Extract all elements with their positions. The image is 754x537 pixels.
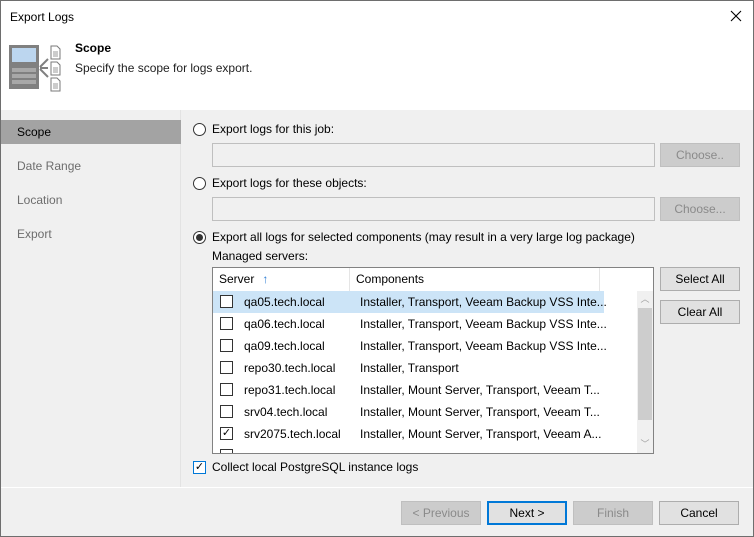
server-name: qa05.tech.local bbox=[244, 295, 325, 309]
server-components: Installer, Mount Server, Transport, Veea… bbox=[360, 427, 602, 441]
server-name: repo30.tech.local bbox=[244, 361, 336, 375]
grid-header: Server ↑ Components bbox=[213, 268, 653, 291]
table-row[interactable]: srv04.tech.local Installer, Mount Server… bbox=[213, 401, 604, 423]
objects-field[interactable] bbox=[212, 197, 655, 221]
row-checkbox[interactable] bbox=[220, 405, 233, 418]
server-components: Installer, Transport, Veeam Backup VSS I… bbox=[360, 295, 607, 309]
close-icon bbox=[730, 10, 742, 22]
table-row[interactable]: qa09.tech.local Installer, Transport, Ve… bbox=[213, 335, 607, 357]
wizard-header: Scope Specify the scope for logs export. bbox=[1, 32, 753, 110]
row-checkbox[interactable]: ✓ bbox=[220, 427, 233, 440]
server-name: repo31.tech.local bbox=[244, 383, 336, 397]
next-button[interactable]: Next > bbox=[487, 501, 567, 525]
wizard-body: Scope Date Range Location Export Export … bbox=[1, 110, 753, 487]
row-checkbox[interactable] bbox=[220, 383, 233, 396]
table-row[interactable]: repo31.tech.local Installer, Mount Serve… bbox=[213, 379, 604, 401]
column-server[interactable]: Server ↑ bbox=[213, 268, 350, 291]
row-checkbox[interactable] bbox=[220, 317, 233, 330]
server-components: Installer, Transport, Veeam Backup VSS I… bbox=[360, 317, 607, 331]
step-location[interactable]: Location bbox=[1, 188, 181, 212]
step-title: Scope bbox=[75, 41, 112, 55]
export-components-label: Export all logs for selected components … bbox=[212, 230, 635, 244]
table-row[interactable]: qa06.tech.local Installer, Transport, Ve… bbox=[213, 313, 607, 335]
export-job-label: Export logs for this job: bbox=[212, 122, 335, 136]
table-row[interactable]: repo30.tech.local Installer, Transport bbox=[213, 357, 604, 379]
grid-scrollbar[interactable]: ︿ ﹀ bbox=[637, 291, 653, 453]
close-button[interactable] bbox=[725, 5, 747, 27]
radio-button[interactable] bbox=[193, 230, 206, 244]
server-components: Installer, Transport, Veeam Backup VSS I… bbox=[360, 339, 607, 353]
cancel-button[interactable]: Cancel bbox=[659, 501, 739, 525]
postgres-label: Collect local PostgreSQL instance logs bbox=[212, 460, 419, 474]
server-components: Installer, Transport bbox=[360, 361, 459, 375]
select-all-button[interactable]: Select All bbox=[660, 267, 740, 291]
server-logs-icon bbox=[9, 45, 61, 92]
server-components: Installer, Mount Server, Transport, Veea… bbox=[360, 383, 600, 397]
title-bar: Export Logs bbox=[1, 1, 753, 32]
step-scope[interactable]: Scope bbox=[1, 120, 181, 144]
export-components-option[interactable]: Export all logs for selected components … bbox=[193, 230, 635, 244]
table-row-partial[interactable] bbox=[213, 445, 604, 453]
scroll-up-icon[interactable]: ︿ bbox=[637, 291, 653, 308]
server-name: srv04.tech.local bbox=[244, 405, 328, 419]
table-row[interactable]: ✓ srv2075.tech.local Installer, Mount Se… bbox=[213, 423, 604, 445]
radio-button[interactable] bbox=[193, 122, 206, 136]
export-objects-option[interactable]: Export logs for these objects: bbox=[193, 176, 367, 190]
scroll-thumb[interactable] bbox=[638, 308, 652, 420]
server-name: qa06.tech.local bbox=[244, 317, 325, 331]
wizard-steps: Scope Date Range Location Export bbox=[1, 110, 181, 487]
managed-servers-label: Managed servers: bbox=[212, 249, 309, 263]
export-job-option[interactable]: Export logs for this job: bbox=[193, 122, 334, 136]
server-name: srv2075.tech.local bbox=[244, 427, 341, 441]
export-objects-label: Export logs for these objects: bbox=[212, 176, 367, 190]
wizard-footer: < Previous Next > Finish Cancel bbox=[1, 487, 753, 536]
scope-panel: Export logs for this job: Choose.. Expor… bbox=[182, 110, 753, 487]
choose-job-button[interactable]: Choose.. bbox=[660, 143, 740, 167]
row-checkbox[interactable] bbox=[220, 361, 233, 374]
step-date-range[interactable]: Date Range bbox=[1, 154, 181, 178]
table-row[interactable]: qa05.tech.local Installer, Transport, Ve… bbox=[213, 291, 607, 313]
row-checkbox[interactable] bbox=[220, 449, 233, 453]
radio-button[interactable] bbox=[193, 176, 206, 190]
export-logs-dialog: Export Logs Scope Specify the scope for … bbox=[0, 0, 754, 537]
step-description: Specify the scope for logs export. bbox=[75, 61, 253, 75]
row-checkbox[interactable] bbox=[220, 339, 233, 352]
job-field[interactable] bbox=[212, 143, 655, 167]
server-components: Installer, Mount Server, Transport, Veea… bbox=[360, 405, 600, 419]
managed-servers-grid: Server ↑ Components qa05.tech.local Insta… bbox=[212, 267, 654, 454]
postgres-checkbox[interactable]: ✓ bbox=[193, 461, 206, 474]
choose-objects-button[interactable]: Choose... bbox=[660, 197, 740, 221]
clear-all-button[interactable]: Clear All bbox=[660, 300, 740, 324]
server-name: qa09.tech.local bbox=[244, 339, 325, 353]
step-export[interactable]: Export bbox=[1, 222, 181, 246]
row-checkbox[interactable] bbox=[220, 295, 233, 308]
previous-button[interactable]: < Previous bbox=[401, 501, 481, 525]
sort-ascending-icon: ↑ bbox=[262, 272, 269, 286]
window-title: Export Logs bbox=[10, 10, 75, 24]
column-components[interactable]: Components bbox=[350, 268, 600, 291]
finish-button[interactable]: Finish bbox=[573, 501, 653, 525]
scroll-down-icon[interactable]: ﹀ bbox=[637, 436, 653, 453]
